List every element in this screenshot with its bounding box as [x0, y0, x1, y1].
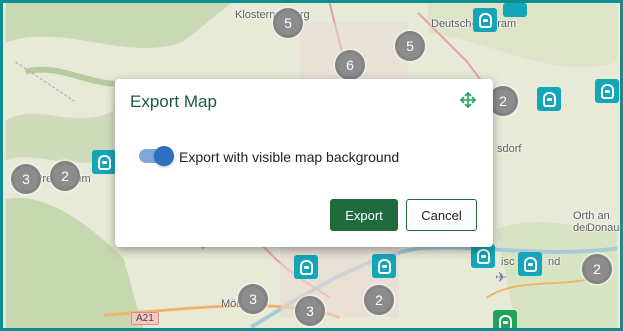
dialog-title: Export Map	[130, 92, 217, 111]
toggle-label: Export with visible map background	[179, 149, 400, 165]
cluster-marker[interactable]: 5	[395, 31, 425, 61]
cluster-marker[interactable]: 5	[273, 8, 303, 38]
road-shield: A21	[131, 312, 159, 325]
map-background-toggle[interactable]	[139, 146, 174, 166]
cluster-marker[interactable]: 2	[50, 161, 80, 191]
charging-marker-icon[interactable]	[493, 310, 517, 328]
airport-icon: ✈	[495, 269, 507, 285]
place-label: isc	[501, 256, 515, 268]
station-marker-icon[interactable]	[294, 255, 318, 279]
move-icon[interactable]	[459, 91, 477, 109]
place-label: nd	[548, 256, 561, 268]
cluster-marker[interactable]: 6	[335, 50, 365, 80]
station-marker-icon[interactable]	[372, 254, 396, 278]
station-marker-icon[interactable]	[595, 79, 619, 103]
export-button[interactable]: Export	[330, 199, 398, 231]
cluster-marker[interactable]: 3	[11, 164, 41, 194]
station-marker-icon[interactable]	[537, 87, 561, 111]
station-marker-icon[interactable]	[518, 252, 542, 276]
station-marker-icon[interactable]	[503, 3, 527, 17]
cluster-marker[interactable]: 2	[364, 285, 394, 315]
place-label: sdorf	[497, 143, 522, 155]
station-marker-icon[interactable]	[92, 150, 116, 174]
place-label: Donau	[587, 222, 620, 234]
station-marker-icon[interactable]	[471, 244, 495, 268]
cluster-marker[interactable]: 3	[295, 296, 325, 326]
cluster-marker[interactable]: 2	[582, 254, 612, 284]
cluster-marker[interactable]: 3	[238, 284, 268, 314]
toggle-knob	[154, 146, 174, 166]
export-map-dialog: Export Map Export with visible map backg…	[115, 79, 493, 247]
cancel-button[interactable]: Cancel	[406, 199, 477, 231]
station-marker-icon[interactable]	[473, 8, 497, 32]
map-frame: Klosterneuburg Deutsch-Wagram Pressbaum …	[0, 0, 623, 331]
